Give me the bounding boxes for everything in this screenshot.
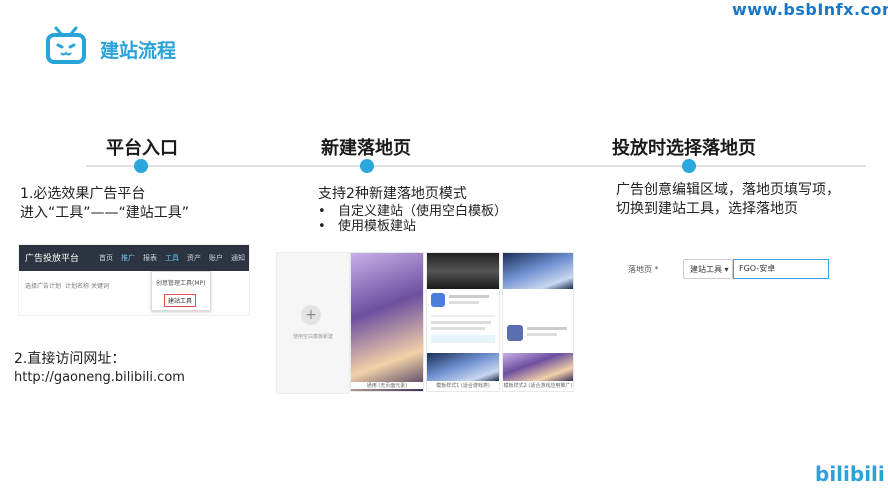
nav-item[interactable]: 账户	[209, 253, 223, 263]
landing-page-input[interactable]: FGO-安卓	[733, 259, 829, 279]
step-2-line1: 支持2种新建落地页模式	[318, 186, 467, 202]
template-image	[427, 353, 499, 381]
template-card-3[interactable]: 模板样式2 (适合游戏应用推广)	[502, 252, 574, 392]
timeline-line	[86, 165, 866, 167]
timeline-dot-2	[360, 159, 374, 173]
template-app-panel	[503, 291, 573, 351]
divider	[431, 315, 495, 317]
template-image	[503, 353, 573, 381]
text-line	[431, 327, 485, 330]
template-app-panel	[427, 291, 499, 351]
nav-item[interactable]: 资产	[187, 253, 201, 263]
template-caption: 模板样式2 (适合游戏应用推广)	[503, 382, 573, 389]
filter-label: 关键词	[91, 283, 110, 290]
dropdown-item[interactable]: 创意管理工具(MP)	[156, 278, 205, 287]
nav-item[interactable]: 首页	[99, 253, 113, 263]
text-line	[449, 295, 489, 298]
template-image	[427, 253, 499, 289]
template-image	[503, 253, 573, 289]
nav-item[interactable]: 通知	[231, 253, 245, 263]
landing-page-label: 落地页 *	[628, 265, 659, 274]
step-3-line2: 切换到建站工具，选择落地页	[616, 201, 798, 217]
template-caption: 通用 (无页面元素)	[351, 382, 423, 389]
timeline-dot-1	[134, 159, 148, 173]
download-bar	[431, 335, 495, 343]
step-1-title: 平台入口	[106, 138, 178, 159]
watermark: www.bsbInfx.com	[732, 0, 888, 19]
nav-item-tools[interactable]: 工具	[165, 253, 179, 263]
platform-navbar: 广告投放平台 首页 推广 报表 工具 资产 账户 通知	[19, 245, 249, 271]
step-1-line1: 1.必选效果广告平台	[20, 186, 146, 202]
app-icon	[507, 325, 523, 341]
text-line	[449, 301, 479, 304]
text-line	[527, 327, 567, 330]
plus-icon[interactable]: +	[301, 305, 321, 325]
timeline-dot-3	[682, 159, 696, 173]
step-2-bullet2-marker: •	[318, 219, 326, 234]
bilibili-tv-icon	[46, 26, 86, 64]
nav-item[interactable]: 推广	[121, 253, 135, 263]
step-1-line2: 进入“工具”——“建站工具”	[20, 205, 190, 221]
blank-template-caption: 使用空白模板新建	[292, 334, 333, 340]
blank-template-card[interactable]: + 使用空白模板新建	[276, 252, 350, 394]
template-card-1[interactable]: 通用 (无页面元素)	[350, 252, 424, 392]
source-select[interactable]: 建站工具 ▾	[683, 259, 733, 279]
platform-screenshot: 广告投放平台 首页 推广 报表 工具 资产 账户 通知 选择广告计划 计划名称 …	[18, 244, 250, 316]
step-2-bullet2: 使用模板建站	[338, 219, 417, 234]
template-caption: 模板样式1 (适合游戏类)	[427, 382, 499, 389]
filter-label: 选择广告计划	[25, 283, 62, 290]
tools-dropdown: 创意管理工具(MP) 建站工具	[151, 271, 211, 311]
bilibili-logo: bilibili	[815, 462, 885, 486]
app-icon	[431, 293, 445, 307]
step-3-title: 投放时选择落地页	[612, 138, 756, 159]
platform-logo: 广告投放平台	[25, 254, 80, 264]
step-3-line1: 广告创意编辑区域，落地页填写项，	[616, 182, 840, 198]
text-line	[431, 321, 491, 324]
step-2-title: 新建落地页	[321, 138, 411, 159]
template-card-2[interactable]: 模板样式1 (适合游戏类)	[426, 252, 500, 392]
text-line	[527, 333, 557, 336]
nav-item[interactable]: 报表	[143, 253, 157, 263]
page-title: 建站流程	[100, 40, 177, 62]
filter-label: 计划名称	[65, 283, 90, 290]
step-1-line3: 2.直接访问网址：	[14, 351, 126, 367]
dropdown-item-site-builder[interactable]: 建站工具	[164, 294, 197, 307]
step-1-url: http://gaoneng.bilibili.com	[14, 370, 185, 385]
